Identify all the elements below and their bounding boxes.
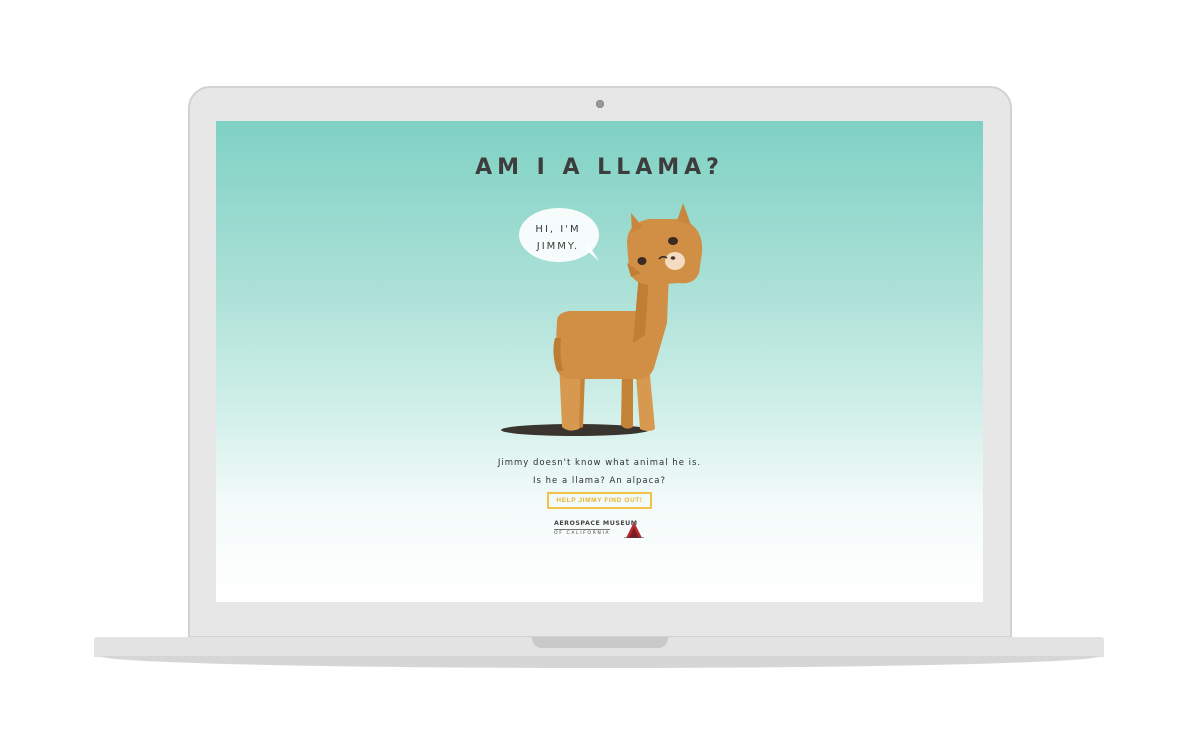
laptop-screen: AM I A LLAMA? HI, I'M JIMMY. Jimmy doesn…: [216, 121, 983, 602]
aerospace-museum-logo[interactable]: AEROSPACE MUSEUM OF CALIFORNIA: [552, 520, 646, 538]
webcam-icon: [596, 100, 604, 108]
laptop-hinge-notch: [532, 637, 668, 648]
description-line-2: Is he a llama? An alpaca?: [533, 476, 666, 486]
museum-mark-icon: [624, 522, 644, 538]
llama-illustration: [499, 203, 704, 439]
llama-eye-right: [668, 237, 678, 245]
page-title: AM I A LLAMA?: [475, 155, 724, 180]
help-jimmy-button[interactable]: HELP JIMMY FIND OUT!: [547, 492, 652, 509]
llama-eye-left: [637, 257, 647, 265]
description-line-1: Jimmy doesn't know what animal he is.: [497, 458, 702, 468]
laptop-base-bottom: [100, 656, 1100, 668]
logo-text-line-2: OF CALIFORNIA: [554, 529, 611, 536]
